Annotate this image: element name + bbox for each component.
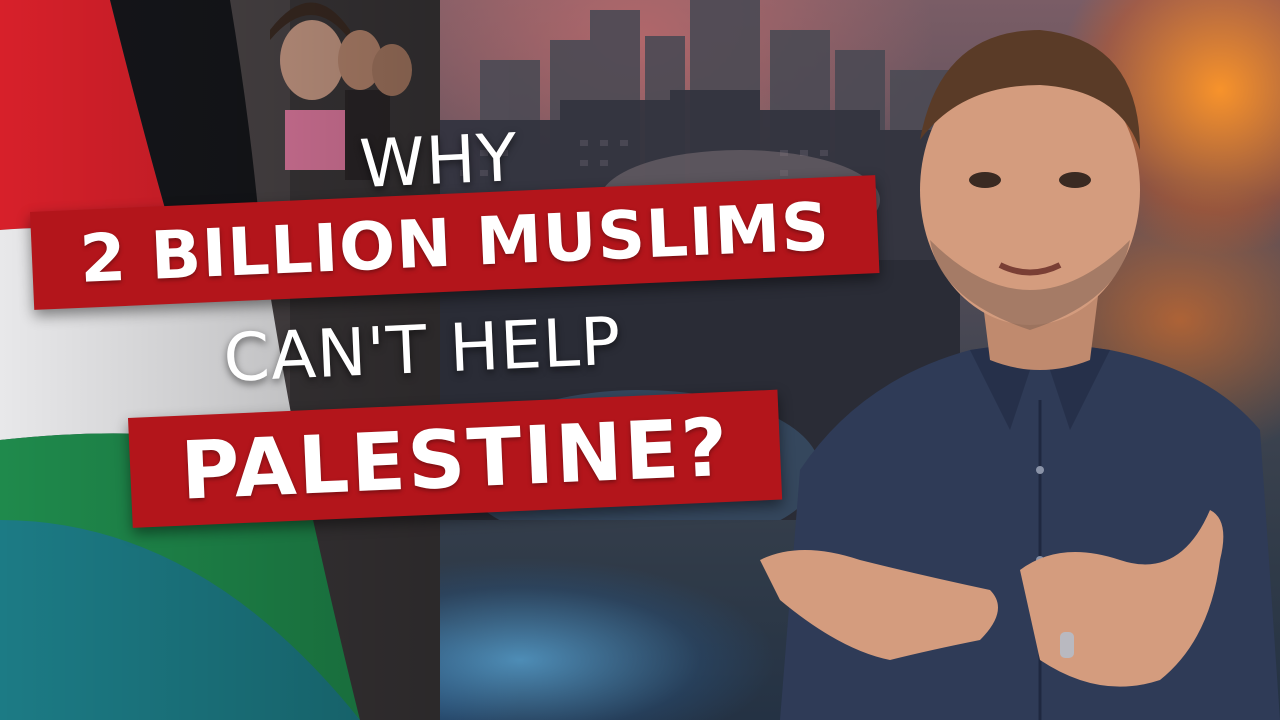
video-thumbnail[interactable]: WHY 2 BILLION MUSLIMS CAN'T HELP PALESTI… — [0, 0, 1280, 720]
wedding-ring — [1060, 632, 1074, 658]
palestinian-flag — [0, 0, 440, 720]
presenter — [760, 30, 1280, 720]
